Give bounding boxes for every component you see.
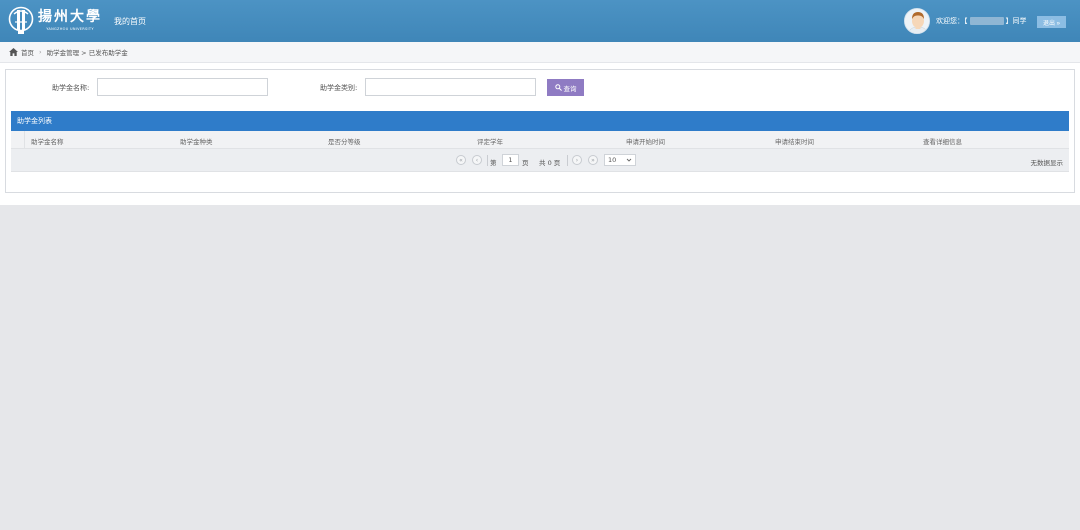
home-icon (9, 48, 18, 56)
column-header[interactable]: 评定学年 (477, 136, 503, 146)
prev-page-button[interactable]: ‹ (472, 155, 482, 165)
page-prefix: 第 (490, 159, 497, 167)
column-header[interactable]: 助学金名称 (31, 136, 64, 146)
pager-divider (487, 155, 488, 166)
list-title: 助学金列表 (17, 117, 52, 125)
column-header[interactable]: 助学金种类 (180, 136, 213, 146)
logout-button[interactable]: 退出 » (1037, 16, 1066, 28)
logo-chinese-name: 揚州大學 (38, 9, 102, 25)
pagination-bar: « ‹ 第 1 页 共 0 页 › » 10 无数据显示 (11, 149, 1069, 172)
university-emblem-icon (8, 6, 34, 34)
list-title-bar: 助学金列表 (11, 111, 1069, 131)
chevron-left-icon: ‹ (475, 156, 479, 164)
breadcrumb: 首页 › 助学金管理 > 已发布助学金 (0, 42, 1080, 63)
welcome-suffix: 】同学 (1005, 17, 1027, 25)
column-header[interactable]: 申请开始时间 (626, 136, 665, 146)
query-button[interactable]: 查询 (547, 79, 584, 96)
main-content: 助学金名称: 助学金类别: 查询 助学金列表 助学金名称 助学金种类 是否分等级… (0, 63, 1080, 205)
table-header: 助学金名称 助学金种类 是否分等级 评定学年 申请开始时间 申请结束时间 查看详… (11, 131, 1069, 149)
double-chevron-left-icon: « (459, 156, 463, 164)
avatar[interactable] (904, 8, 930, 34)
no-data-message: 无数据显示 (1030, 159, 1064, 167)
page-size-select[interactable]: 10 (604, 154, 636, 166)
table-header-checkbox-column (11, 131, 25, 149)
user-avatar-icon (905, 9, 929, 33)
pager-divider (567, 155, 568, 166)
column-header[interactable]: 查看详细信息 (923, 136, 962, 146)
scholarship-name-label: 助学金名称: (52, 84, 90, 92)
chevron-down-icon (626, 158, 632, 162)
breadcrumb-separator: › (39, 48, 42, 56)
scholarship-type-input[interactable] (365, 78, 536, 96)
first-page-button[interactable]: « (456, 155, 466, 165)
top-header: 揚州大學 YANGZHOU UNIVERSITY 我的首页 欢迎您：【 】同学 … (0, 0, 1080, 42)
next-page-button[interactable]: › (572, 155, 582, 165)
page-suffix: 页 (522, 159, 529, 167)
total-pages: 共 0 页 (539, 159, 561, 167)
welcome-message: 欢迎您：【 】同学 (936, 16, 1027, 26)
last-page-button[interactable]: » (588, 155, 598, 165)
scholarship-name-input[interactable] (97, 78, 268, 96)
page-number-input[interactable]: 1 (502, 154, 519, 166)
query-button-label: 查询 (563, 85, 577, 93)
breadcrumb-home[interactable]: 首页 (21, 47, 34, 57)
search-form: 助学金名称: 助学金类别: 查询 (6, 78, 1074, 96)
logo-english-name: YANGZHOU UNIVERSITY (46, 27, 94, 31)
welcome-prefix: 欢迎您：【 (936, 17, 968, 25)
column-header[interactable]: 申请结束时间 (775, 136, 814, 146)
scholarship-panel: 助学金名称: 助学金类别: 查询 助学金列表 助学金名称 助学金种类 是否分等级… (5, 69, 1075, 193)
column-header[interactable]: 是否分等级 (328, 136, 361, 146)
university-logo[interactable]: 揚州大學 YANGZHOU UNIVERSITY (8, 5, 102, 35)
scholarship-type-label: 助学金类别: (320, 84, 358, 92)
double-chevron-right-icon: » (591, 156, 595, 164)
nav-my-home[interactable]: 我的首页 (114, 16, 146, 27)
breadcrumb-path: 助学金管理 > 已发布助学金 (46, 49, 128, 57)
student-name-redacted (969, 17, 1004, 25)
user-area: 欢迎您：【 】同学 退出 » (890, 0, 1080, 42)
chevron-right-icon: › (575, 156, 579, 164)
search-icon (554, 84, 562, 91)
page-size-value: 10 (608, 156, 617, 164)
